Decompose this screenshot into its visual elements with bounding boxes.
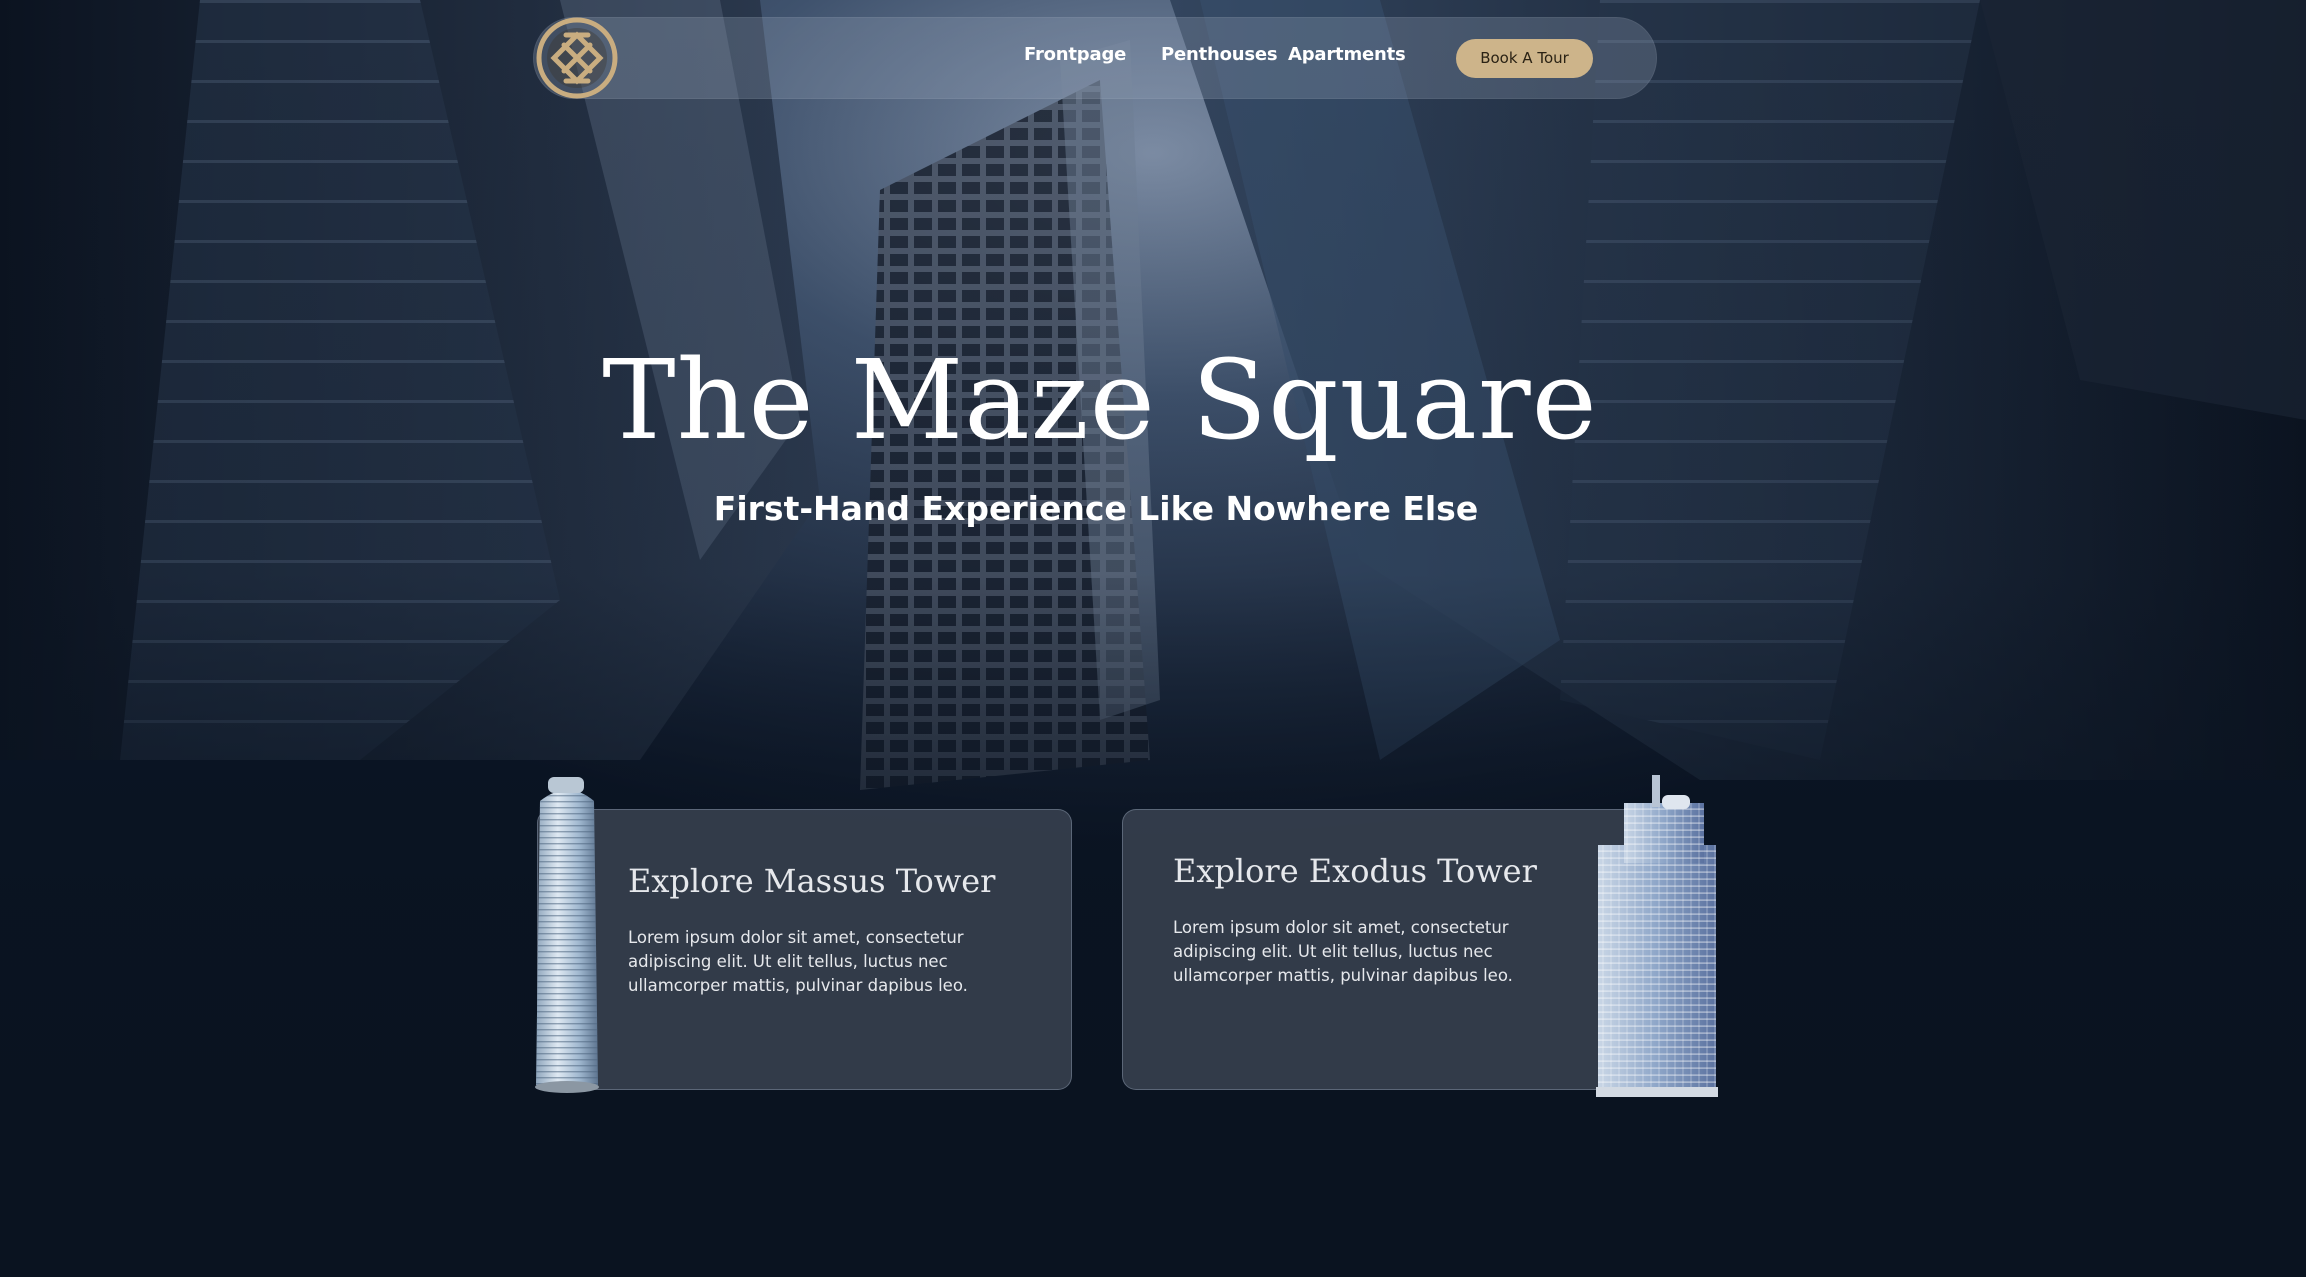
nav-link-penthouses[interactable]: Penthouses	[1161, 44, 1278, 65]
hero-title: The Maze Square	[602, 336, 1598, 464]
card-description: Lorem ipsum dolor sit amet, consectetur …	[1173, 918, 1513, 985]
card-title: Explore Massus Tower	[628, 862, 996, 900]
exodus-tower-image	[1596, 775, 1718, 1097]
celtic-knot-logo[interactable]	[536, 17, 618, 99]
card-title: Explore Exodus Tower	[1173, 852, 1537, 890]
hero-subtitle: First-Hand Experience Like Nowhere Else	[713, 489, 1479, 528]
massus-tower-image	[528, 773, 608, 1095]
card-description: Lorem ipsum dolor sit amet, consectetur …	[628, 928, 968, 995]
nav-link-apartments[interactable]: Apartments	[1288, 44, 1406, 65]
nav-link-frontpage[interactable]: Frontpage	[1024, 44, 1126, 65]
book-a-tour-button[interactable]: Book A Tour	[1456, 39, 1593, 78]
landing-page: Frontpage Penthouses Apartments Book A T…	[0, 0, 2306, 1277]
exodus-tower-card[interactable]: Explore Exodus Tower Lorem ipsum dolor s…	[1122, 809, 1657, 1090]
massus-tower-card[interactable]: Explore Massus Tower Lorem ipsum dolor s…	[537, 809, 1072, 1090]
